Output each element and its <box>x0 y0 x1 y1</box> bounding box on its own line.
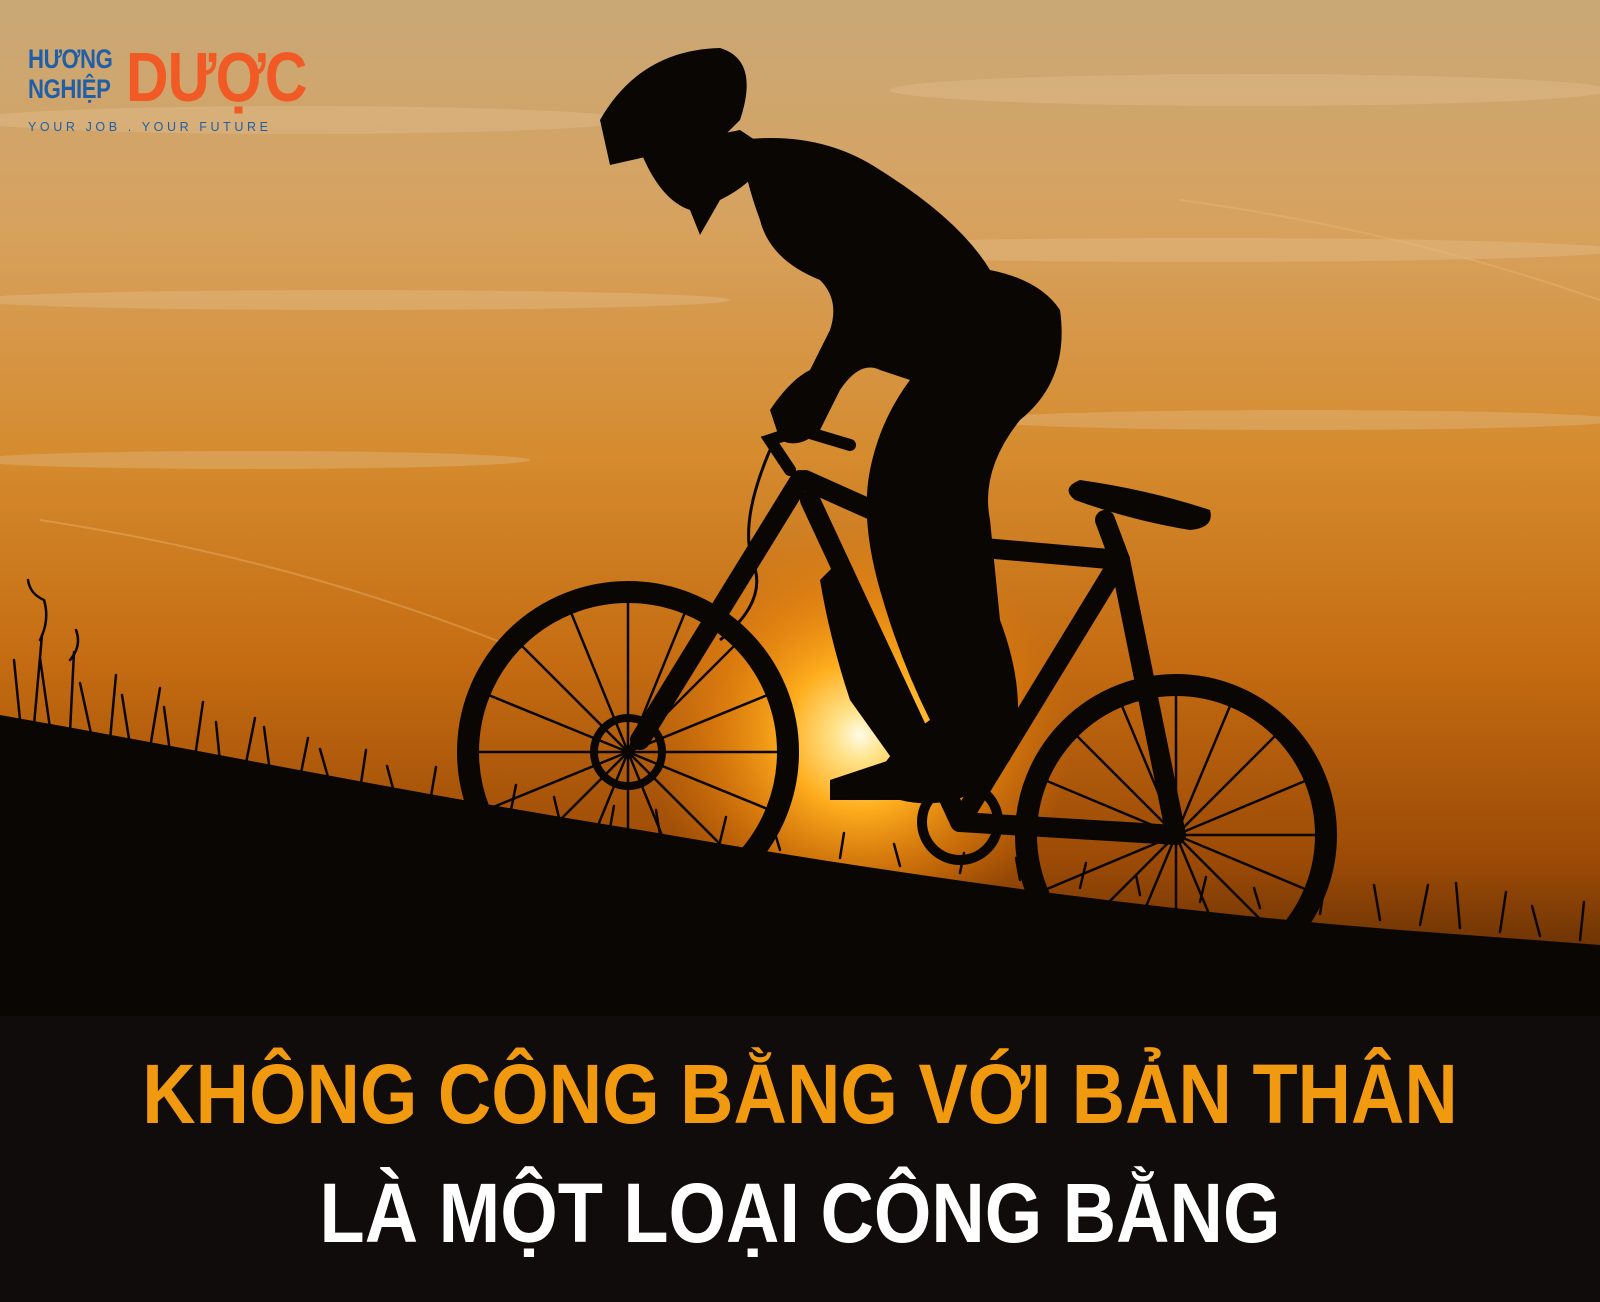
caption-line-2: LÀ MỘT LOẠI CÔNG BẰNG <box>319 1166 1281 1260</box>
brand-logo: HƯƠNG NGHIỆP DƯỢC YOUR JOB . YOUR FUTURE <box>26 40 307 136</box>
sunset-photo: HƯƠNG NGHIỆP DƯỢC YOUR JOB . YOUR FUTURE <box>0 0 1600 1016</box>
logo-word-duoc: DƯỢC <box>126 38 307 116</box>
logo-word-huong: HƯƠNG <box>28 44 113 74</box>
logo-word-nghiep: NGHIỆP <box>28 74 111 104</box>
logo-tagline: YOUR JOB . YOUR FUTURE <box>28 120 272 134</box>
caption-line-1: KHÔNG CÔNG BẰNG VỚI BẢN THÂN <box>142 1047 1458 1141</box>
